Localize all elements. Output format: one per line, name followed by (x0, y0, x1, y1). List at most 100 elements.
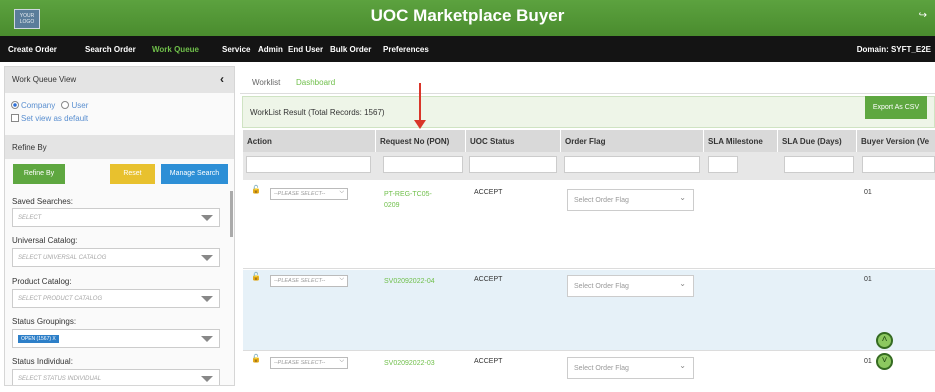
collapse-left-icon[interactable]: ‹ (220, 72, 224, 86)
sidebar-header: Work Queue View ‹ (5, 67, 234, 93)
pon-line2: 0209 (384, 202, 400, 209)
request-no-link[interactable]: SV02092022-03 (384, 358, 435, 369)
unlock-icon[interactable]: 🔓 (251, 354, 261, 363)
col-sla-milestone[interactable]: SLA Milestone (704, 130, 777, 152)
action-select-value: --PLEASE SELECT-- (274, 191, 326, 197)
buyer-version: 01 (864, 189, 872, 196)
filter-sla-milestone-input[interactable] (708, 156, 738, 173)
col-action[interactable]: Action (243, 130, 375, 152)
product-catalog-label: Product Catalog: (12, 277, 72, 286)
order-flag-select[interactable]: Select Order Flag (567, 189, 694, 211)
col-sla-due[interactable]: SLA Due (Days) (778, 130, 856, 152)
universal-catalog-select[interactable]: SELECT UNIVERSAL CATALOG (12, 248, 220, 267)
order-flag-value: Select Order Flag (574, 365, 629, 372)
request-no-link[interactable]: PT-REG-TC05- 0209 (384, 189, 432, 211)
tabs-divider (240, 93, 935, 94)
product-catalog-select[interactable]: SELECT PRODUCT CATALOG (12, 289, 220, 308)
col-request-no[interactable]: Request No (PON) (376, 130, 465, 152)
col-uoc-status[interactable]: UOC Status (466, 130, 560, 152)
filter-status-input[interactable] (469, 156, 557, 173)
action-select-value: --PLEASE SELECT-- (274, 360, 326, 366)
nav-end-user[interactable]: End User (288, 45, 323, 54)
status-chip[interactable]: OPEN (1567) X (18, 335, 59, 343)
status-groupings-select[interactable]: OPEN (1567) X (12, 329, 220, 348)
radio-company-label: Company (21, 101, 56, 110)
export-csv-button[interactable]: Export As CSV (865, 96, 927, 119)
tab-dashboard[interactable]: Dashboard (296, 78, 335, 87)
set-default-label: Set view as default (21, 114, 89, 123)
action-select[interactable]: --PLEASE SELECT-- (270, 275, 348, 287)
col-buyer-version[interactable]: Buyer Version (Ve (857, 130, 935, 152)
chevron-down-icon (201, 376, 213, 382)
order-flag-select[interactable]: Select Order Flag (567, 357, 694, 379)
unlock-icon[interactable]: 🔓 (251, 185, 261, 194)
buyer-version: 01 (864, 276, 872, 283)
saved-searches-select[interactable]: SELECT (12, 208, 220, 227)
radio-company[interactable] (11, 101, 19, 109)
exit-icon[interactable]: ↪ (919, 10, 927, 21)
order-flag-select[interactable]: Select Order Flag (567, 275, 694, 297)
scroll-up-icon[interactable]: ˄ (876, 332, 893, 349)
nav-create-order[interactable]: Create Order (8, 45, 57, 54)
filter-buyer-version-input[interactable] (862, 156, 935, 173)
refine-header: Refine By (5, 135, 234, 159)
scroll-down-icon[interactable]: ˅ (876, 353, 893, 370)
buyer-version: 01 (864, 358, 872, 365)
results-bar: WorkList Result (Total Records: 1567) (242, 96, 935, 128)
col-order-flag[interactable]: Order Flag (561, 130, 703, 152)
status-groupings-label: Status Groupings: (12, 317, 77, 326)
tab-worklist[interactable]: Worklist (252, 78, 280, 87)
nav-search-order[interactable]: Search Order (85, 45, 136, 54)
action-select[interactable]: --PLEASE SELECT-- (270, 188, 348, 200)
action-select-value: --PLEASE SELECT-- (274, 278, 326, 284)
reset-button[interactable]: Reset (110, 164, 155, 184)
nav-work-queue[interactable]: Work Queue (152, 45, 199, 54)
sidebar-scrollbar[interactable] (230, 191, 233, 237)
manage-search-button[interactable]: Manage Search (161, 164, 228, 184)
app-header: YOUR LOGO UOC Marketplace Buyer ↪ (0, 0, 935, 36)
results-count: WorkList Result (Total Records: 1567) (250, 108, 385, 117)
nav-preferences[interactable]: Preferences (383, 45, 429, 54)
filter-sla-due-input[interactable] (784, 156, 854, 173)
action-select[interactable]: --PLEASE SELECT-- (270, 357, 348, 369)
status-individual-select[interactable]: SELECT STATUS INDIVIDUAL (12, 369, 220, 385)
radio-user[interactable] (61, 101, 70, 109)
annotation-arrow (419, 83, 421, 125)
unlock-icon[interactable]: 🔓 (251, 272, 261, 281)
main-content: Worklist Dashboard WorkList Result (Tota… (240, 66, 935, 392)
nav-bulk-order[interactable]: Bulk Order (330, 45, 371, 54)
chevron-down-icon (201, 296, 213, 302)
order-flag-value: Select Order Flag (574, 197, 629, 204)
set-default-checkbox[interactable] (11, 114, 19, 122)
uoc-status: ACCEPT (474, 189, 503, 196)
filter-order-flag-input[interactable] (564, 156, 700, 173)
sidebar-title: Work Queue View (12, 75, 77, 84)
nav-admin[interactable]: Admin (258, 45, 283, 54)
filter-action-input[interactable] (246, 156, 371, 173)
main-nav: Create Order Search Order Work Queue Ser… (0, 36, 935, 62)
request-no-link[interactable]: SV02092022-04 (384, 276, 435, 287)
radio-user-label: User (71, 101, 89, 110)
filter-pon-input[interactable] (383, 156, 463, 173)
chevron-down-icon (201, 336, 213, 342)
chevron-down-icon (201, 255, 213, 261)
view-options: Company User Set view as default (5, 93, 234, 125)
refine-button[interactable]: Refine By (13, 164, 65, 184)
refine-title: Refine By (12, 143, 47, 152)
uoc-status: ACCEPT (474, 358, 503, 365)
pon-line1: PT-REG-TC05- (384, 191, 432, 198)
table-row[interactable]: 🔓 --PLEASE SELECT-- SV02092022-04 ACCEPT… (243, 270, 935, 351)
table-row[interactable]: 🔓 --PLEASE SELECT-- PT-REG-TC05- 0209 ACC… (243, 181, 935, 269)
product-catalog-value: SELECT PRODUCT CATALOG (18, 296, 103, 302)
nav-service[interactable]: Service (222, 45, 250, 54)
work-queue-sidebar: Work Queue View ‹ Company User Set view … (4, 66, 235, 386)
annotation-arrowhead (414, 120, 426, 129)
uoc-status: ACCEPT (474, 276, 503, 283)
universal-catalog-label: Universal Catalog: (12, 236, 78, 245)
app-title: UOC Marketplace Buyer (370, 6, 565, 25)
table-row[interactable]: 🔓 --PLEASE SELECT-- SV02092022-03 ACCEPT… (243, 352, 935, 392)
order-flag-value: Select Order Flag (574, 283, 629, 290)
status-individual-value: SELECT STATUS INDIVIDUAL (18, 376, 102, 382)
chevron-down-icon (201, 215, 213, 221)
universal-catalog-value: SELECT UNIVERSAL CATALOG (18, 255, 107, 261)
